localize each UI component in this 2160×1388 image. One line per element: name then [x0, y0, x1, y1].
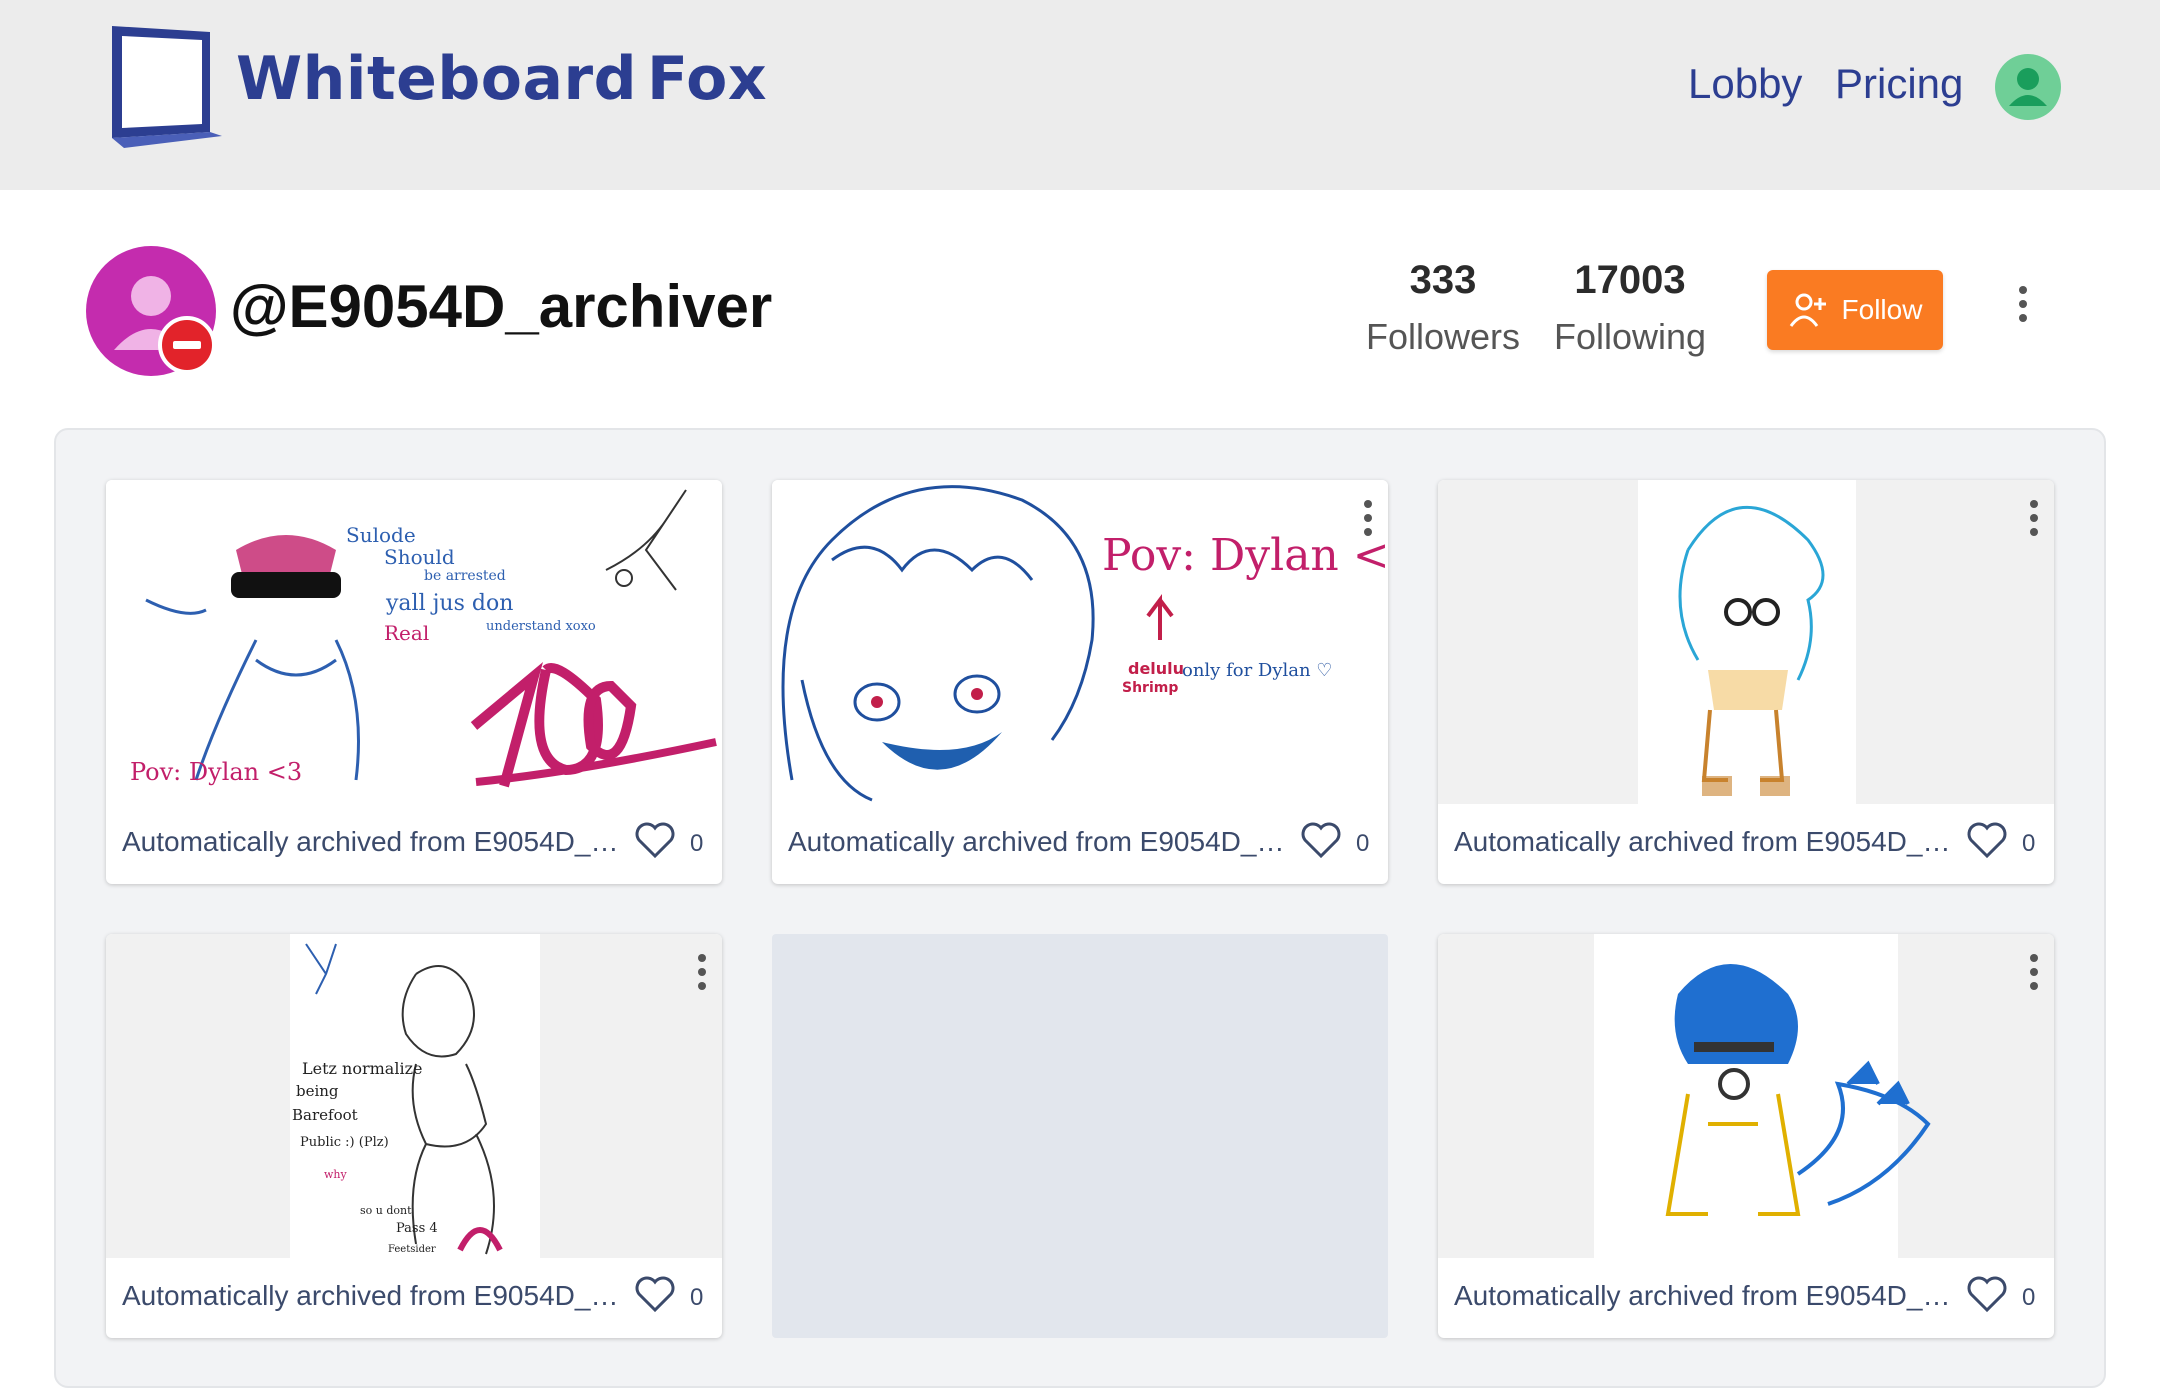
sketch-text: Sulode	[346, 523, 416, 547]
followers-count[interactable]: 333	[1358, 258, 1528, 303]
like-heart-icon[interactable]	[1966, 1274, 2008, 1314]
follow-button-label: Follow	[1841, 294, 1923, 325]
loading-card-placeholder	[772, 934, 1388, 1338]
sketch-text: so u dont	[360, 1204, 412, 1217]
sketch-text: yall jus don	[385, 591, 513, 616]
sketch-text: being	[296, 1082, 339, 1100]
card-more-menu-icon[interactable]	[692, 952, 712, 992]
card-caption[interactable]: Automatically archived from E9054D_archi…	[1454, 1280, 1954, 1312]
whiteboard-card[interactable]: Letz normalize being Barefoot Public :) …	[106, 934, 722, 1338]
sketch-text: Feetsider	[388, 1244, 436, 1255]
sketch-drawing: Sulode Should be arrested yall jus don u…	[130, 489, 717, 788]
sketch-drawing	[1594, 934, 1931, 1258]
card-caption[interactable]: Automatically archived from E9054D_archi…	[122, 1280, 622, 1312]
sketch-text: Shrimp	[1122, 680, 1178, 696]
like-heart-icon[interactable]	[634, 820, 676, 860]
sketch-text: Barefoot	[292, 1106, 358, 1124]
person-icon	[2009, 68, 2047, 106]
sketch-text: Pov: Dylan <3	[130, 758, 302, 786]
card-more-menu-icon[interactable]	[2024, 952, 2044, 992]
sketch-text: only for Dylan ♡	[1182, 660, 1332, 681]
brand-name-part1: Whiteboard	[236, 44, 638, 114]
sketch-text: why	[324, 1168, 348, 1181]
profile-username: @E9054D_archiver	[230, 273, 773, 340]
sketch-text: Pov: Dylan <3	[1102, 530, 1388, 581]
whiteboard-card[interactable]: Automatically archived from E9054D_archi…	[1438, 934, 2054, 1338]
like-count: 0	[2022, 1284, 2036, 1311]
sketch-text: understand xoxo	[486, 619, 596, 634]
nav-pricing-link[interactable]: Pricing	[1835, 60, 1963, 108]
card-caption[interactable]: Automatically archived from E9054D_archi…	[1454, 826, 1954, 858]
like-count: 0	[690, 1284, 704, 1311]
nav-lobby-link[interactable]: Lobby	[1688, 60, 1802, 108]
whiteboard-thumbnail[interactable]	[1438, 480, 2054, 804]
sketch-drawing: Letz normalize being Barefoot Public :) …	[290, 934, 540, 1258]
whiteboard-thumbnail[interactable]: Letz normalize being Barefoot Public :) …	[106, 934, 722, 1258]
sketch-text: Pass 4	[396, 1221, 438, 1236]
blocked-badge-icon	[158, 316, 216, 374]
whiteboard-thumbnail[interactable]	[1438, 934, 2054, 1258]
whiteboard-card[interactable]: Automatically archived from E9054D_archi…	[1438, 480, 2054, 884]
sketch-text: be arrested	[424, 568, 506, 584]
like-heart-icon[interactable]	[1966, 820, 2008, 860]
sketch-text: Letz normalize	[302, 1059, 422, 1078]
brand-name-part2: Fox	[647, 44, 768, 114]
like-count: 0	[690, 830, 704, 857]
sketch-text: delulu	[1128, 659, 1184, 678]
sketch-text: Should	[384, 545, 455, 569]
like-heart-icon[interactable]	[1300, 820, 1342, 860]
like-count: 0	[1356, 830, 1370, 857]
card-more-menu-icon[interactable]	[1358, 498, 1378, 538]
whiteboard-card[interactable]: Sulode Should be arrested yall jus don u…	[106, 480, 722, 884]
whiteboard-thumbnail[interactable]: Pov: Dylan <3 delulu Shrimp only for Dyl…	[772, 480, 1388, 804]
card-caption[interactable]: Automatically archived from E9054D_archi…	[788, 826, 1288, 858]
whiteboard-card[interactable]: Pov: Dylan <3 delulu Shrimp only for Dyl…	[772, 480, 1388, 884]
followers-label[interactable]: Followers	[1358, 316, 1528, 358]
sketch-drawing: Pov: Dylan <3 delulu Shrimp only for Dyl…	[781, 485, 1388, 802]
like-heart-icon[interactable]	[634, 1274, 676, 1314]
card-more-menu-icon[interactable]	[2024, 498, 2044, 538]
user-account-avatar[interactable]	[1995, 54, 2061, 120]
following-label[interactable]: Following	[1540, 316, 1720, 358]
top-navigation-bar: Whiteboard Fox Lobby Pricing	[0, 0, 2160, 190]
profile-more-menu-icon[interactable]	[2013, 284, 2033, 324]
follow-button[interactable]: Follow	[1767, 270, 1943, 350]
following-count[interactable]: 17003	[1540, 258, 1720, 303]
sketch-text: Real	[384, 621, 429, 645]
card-caption[interactable]: Automatically archived from E9054D_archi…	[122, 826, 622, 858]
add-user-icon	[1789, 293, 1826, 327]
like-count: 0	[2022, 830, 2036, 857]
whiteboard-logo-icon[interactable]	[106, 20, 226, 148]
whiteboard-thumbnail[interactable]: Sulode Should be arrested yall jus don u…	[106, 480, 722, 804]
brand-name[interactable]: Whiteboard Fox	[236, 44, 767, 114]
sketch-drawing	[1638, 480, 1856, 804]
sketch-text: Public :) (Plz)	[300, 1135, 389, 1150]
